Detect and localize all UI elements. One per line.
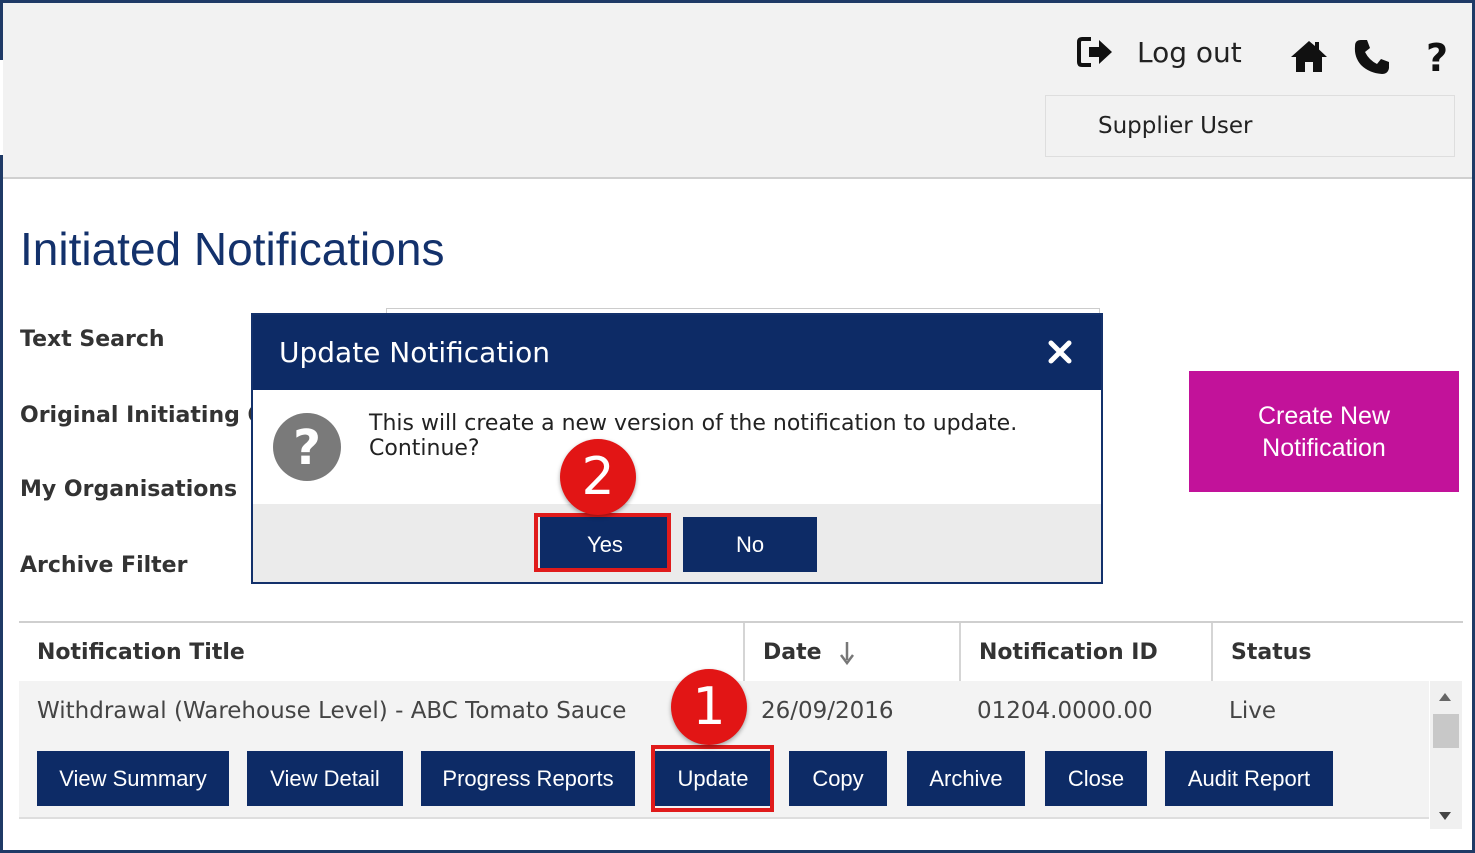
- column-header-status[interactable]: Status: [1213, 623, 1463, 681]
- scroll-up-icon[interactable]: [1439, 693, 1451, 701]
- dialog-footer: [253, 504, 1101, 582]
- dialog-title: Update Notification: [279, 336, 550, 369]
- dialog-message: This will create a new version of the no…: [369, 411, 1018, 461]
- create-notification-button[interactable]: Create New Notification: [1189, 371, 1459, 492]
- update-highlight: [651, 745, 774, 812]
- phone-icon[interactable]: [1352, 37, 1392, 77]
- column-header-label: Notification ID: [979, 640, 1158, 665]
- column-header-title[interactable]: Notification Title: [19, 623, 745, 681]
- row-date: 26/09/2016: [761, 698, 894, 724]
- close-button[interactable]: Close: [1045, 751, 1147, 806]
- dialog-header: Update Notification: [253, 315, 1101, 390]
- svg-text:?: ?: [1426, 37, 1448, 77]
- vertical-scrollbar[interactable]: [1430, 681, 1462, 829]
- yes-highlight: [534, 513, 671, 572]
- column-header-label: Status: [1231, 640, 1312, 665]
- top-header: Log out ? Supplier User: [3, 3, 1472, 179]
- scroll-thumb[interactable]: [1433, 714, 1459, 748]
- column-header-date[interactable]: Date: [745, 623, 961, 681]
- text-search-label: Text Search: [20, 327, 165, 352]
- home-icon[interactable]: [1289, 37, 1329, 77]
- logout-label: Log out: [1137, 35, 1242, 69]
- close-icon[interactable]: [1047, 339, 1073, 365]
- step-marker-1: 1: [671, 669, 747, 745]
- progress-reports-button[interactable]: Progress Reports: [421, 751, 635, 806]
- audit-report-button[interactable]: Audit Report: [1165, 751, 1333, 806]
- column-header-id[interactable]: Notification ID: [961, 623, 1213, 681]
- update-notification-dialog: Update Notification ? This will create a…: [251, 313, 1103, 584]
- archive-filter-label: Archive Filter: [20, 553, 188, 578]
- logout-icon: [1077, 37, 1112, 67]
- archive-button[interactable]: Archive: [907, 751, 1025, 806]
- sort-desc-icon: [840, 642, 855, 666]
- step-marker-2: 2: [560, 439, 636, 515]
- page-title: Initiated Notifications: [20, 223, 445, 275]
- frame-edge: [0, 155, 3, 853]
- logout-link[interactable]: Log out: [1075, 35, 1242, 69]
- column-header-label: Date: [763, 640, 822, 665]
- no-button[interactable]: No: [683, 517, 817, 572]
- scroll-down-icon[interactable]: [1439, 812, 1451, 820]
- svg-text:?: ?: [293, 420, 321, 476]
- row-id: 01204.0000.00: [977, 698, 1153, 724]
- help-icon[interactable]: ?: [1417, 37, 1457, 77]
- column-header-label: Notification Title: [37, 640, 245, 665]
- create-button-line2: Notification: [1262, 433, 1386, 462]
- user-badge[interactable]: Supplier User: [1045, 95, 1455, 157]
- row-status: Live: [1229, 698, 1276, 724]
- row-title: Withdrawal (Warehouse Level) - ABC Tomat…: [37, 698, 627, 724]
- copy-button[interactable]: Copy: [789, 751, 887, 806]
- view-summary-button[interactable]: View Summary: [37, 751, 229, 806]
- create-button-line1: Create New: [1258, 401, 1390, 430]
- question-icon: ?: [273, 413, 341, 481]
- my-organisations-label: My Organisations: [20, 477, 238, 502]
- view-detail-button[interactable]: View Detail: [247, 751, 403, 806]
